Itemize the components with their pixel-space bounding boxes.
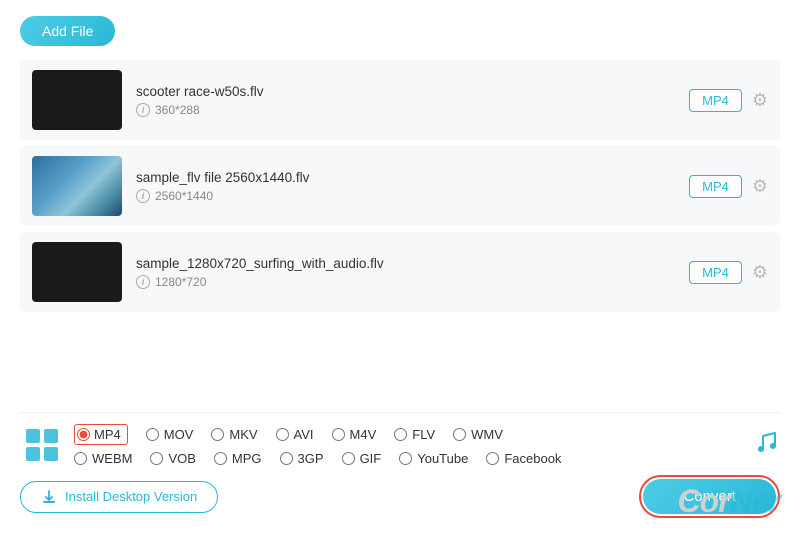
radio-webm[interactable] [74, 452, 87, 465]
format-option-flv[interactable]: FLV [394, 427, 435, 442]
radio-youtube[interactable] [399, 452, 412, 465]
header-bar: Add File [20, 16, 780, 46]
format-option-m4v[interactable]: M4V [332, 427, 377, 442]
file-resolution: i 2560*1440 [136, 189, 675, 203]
radio-3gp[interactable] [280, 452, 293, 465]
format-option-3gp[interactable]: 3GP [280, 451, 324, 466]
radio-mp4[interactable] [77, 428, 90, 441]
format-option-webm[interactable]: WEBM [74, 451, 132, 466]
file-name: sample_flv file 2560x1440.flv [136, 170, 675, 185]
file-thumbnail [32, 156, 122, 216]
file-actions: MP4 ⚙ [689, 261, 768, 284]
file-thumbnail [32, 242, 122, 302]
file-name: sample_1280x720_surfing_with_audio.flv [136, 256, 675, 271]
format-option-avi[interactable]: AVI [276, 427, 314, 442]
format-badge[interactable]: MP4 [689, 89, 742, 112]
file-resolution: i 360*288 [136, 103, 675, 117]
file-name: scooter race-w50s.flv [136, 84, 675, 99]
info-icon: i [136, 189, 150, 203]
format-badge[interactable]: MP4 [689, 175, 742, 198]
table-row: sample_1280x720_surfing_with_audio.flv i… [20, 232, 780, 312]
info-icon: i [136, 103, 150, 117]
format-badge[interactable]: MP4 [689, 261, 742, 284]
format-row-1: MP4 MOV MKV AVI [74, 424, 742, 445]
radio-flv[interactable] [394, 428, 407, 441]
format-option-mov[interactable]: MOV [146, 427, 194, 442]
file-actions: MP4 ⚙ [689, 89, 768, 112]
radio-mov[interactable] [146, 428, 159, 441]
file-resolution: i 1280*720 [136, 275, 675, 289]
file-list: scooter race-w50s.flv i 360*288 MP4 ⚙ sa… [20, 60, 780, 402]
radio-mkv[interactable] [211, 428, 224, 441]
format-option-wmv[interactable]: WMV [453, 427, 503, 442]
info-icon: i [136, 275, 150, 289]
format-option-mkv[interactable]: MKV [211, 427, 257, 442]
download-icon [41, 489, 57, 505]
radio-wmv[interactable] [453, 428, 466, 441]
action-bar: Install Desktop Version Convert [20, 475, 780, 518]
bottom-panel: MP4 MOV MKV AVI [20, 412, 780, 518]
install-desktop-button[interactable]: Install Desktop Version [20, 481, 218, 513]
file-actions: MP4 ⚙ [689, 175, 768, 198]
add-file-button[interactable]: Add File [20, 16, 115, 46]
table-row: sample_flv file 2560x1440.flv i 2560*144… [20, 146, 780, 226]
convert-button-wrapper: Convert [639, 475, 780, 518]
radio-mpg[interactable] [214, 452, 227, 465]
radio-gif[interactable] [342, 452, 355, 465]
file-info: sample_flv file 2560x1440.flv i 2560*144… [136, 170, 675, 203]
format-option-facebook[interactable]: Facebook [486, 451, 561, 466]
radio-vob[interactable] [150, 452, 163, 465]
convert-button[interactable]: Convert [643, 479, 776, 514]
radio-m4v[interactable] [332, 428, 345, 441]
radio-avi[interactable] [276, 428, 289, 441]
format-option-mp4[interactable]: MP4 [74, 424, 128, 445]
format-row-2: WEBM VOB MPG 3GP [74, 451, 742, 466]
file-info: sample_1280x720_surfing_with_audio.flv i… [136, 256, 675, 289]
table-row: scooter race-w50s.flv i 360*288 MP4 ⚙ [20, 60, 780, 140]
music-icon [752, 428, 780, 462]
main-container: Add File scooter race-w50s.flv i 360*288… [0, 0, 800, 534]
format-option-mpg[interactable]: MPG [214, 451, 262, 466]
format-option-vob[interactable]: VOB [150, 451, 195, 466]
settings-icon[interactable]: ⚙ [752, 90, 768, 111]
settings-icon[interactable]: ⚙ [752, 262, 768, 283]
settings-icon[interactable]: ⚙ [752, 176, 768, 197]
file-info: scooter race-w50s.flv i 360*288 [136, 84, 675, 117]
format-option-gif[interactable]: GIF [342, 451, 382, 466]
radio-facebook[interactable] [486, 452, 499, 465]
grid-icon [20, 423, 64, 467]
format-options: MP4 MOV MKV AVI [74, 424, 742, 466]
file-thumbnail [32, 70, 122, 130]
format-selector: MP4 MOV MKV AVI [20, 423, 780, 467]
format-option-youtube[interactable]: YouTube [399, 451, 468, 466]
